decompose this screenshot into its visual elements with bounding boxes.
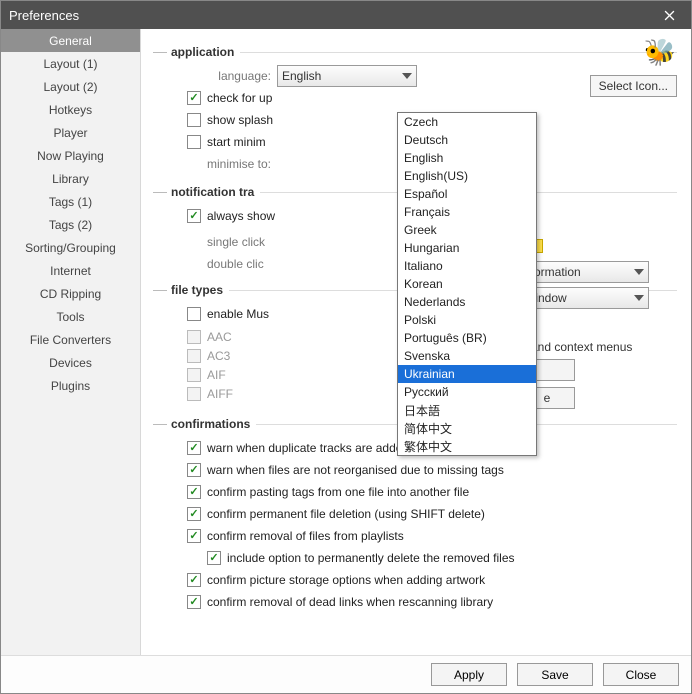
sidebar-item-layout-2-[interactable]: Layout (2)	[1, 75, 140, 98]
language-option[interactable]: Português (BR)	[398, 329, 536, 347]
chevron-down-icon	[634, 295, 644, 301]
language-option[interactable]: 繁体中文	[398, 437, 536, 455]
sidebar-item-internet[interactable]: Internet	[1, 259, 140, 282]
file-type-checkbox[interactable]	[187, 330, 201, 344]
enable-assoc-checkbox[interactable]	[187, 307, 201, 321]
single-click-select[interactable]: nformation	[519, 261, 649, 283]
app-icon: 🐝	[643, 35, 677, 69]
footer: Apply Save Close	[1, 655, 691, 693]
start-min-checkbox[interactable]	[187, 135, 201, 149]
language-label: language:	[187, 69, 271, 83]
double-click-select[interactable]: Window	[519, 287, 649, 309]
language-option[interactable]: Español	[398, 185, 536, 203]
select-icon-button[interactable]: Select Icon...	[590, 75, 677, 97]
language-option[interactable]: English(US)	[398, 167, 536, 185]
language-option[interactable]: Greek	[398, 221, 536, 239]
check-updates-checkbox[interactable]	[187, 91, 201, 105]
sidebar-item-general[interactable]: General	[1, 29, 140, 52]
language-option[interactable]: Italiano	[398, 257, 536, 275]
body: GeneralLayout (1)Layout (2)HotkeysPlayer…	[1, 29, 691, 655]
language-option[interactable]: 日本語	[398, 401, 536, 419]
sidebar-item-sorting-grouping[interactable]: Sorting/Grouping	[1, 236, 140, 259]
window-close-button[interactable]	[647, 1, 691, 29]
language-option[interactable]: Korean	[398, 275, 536, 293]
file-type-checkbox[interactable]	[187, 387, 201, 401]
chevron-down-icon	[402, 73, 412, 79]
language-option[interactable]: Français	[398, 203, 536, 221]
apply-button[interactable]: Apply	[431, 663, 507, 686]
sidebar-item-tools[interactable]: Tools	[1, 305, 140, 328]
language-select[interactable]: English	[277, 65, 417, 87]
confirm-c1-checkbox[interactable]	[187, 441, 201, 455]
sidebar-item-layout-1-[interactable]: Layout (1)	[1, 52, 140, 75]
language-option[interactable]: Ukrainian	[398, 365, 536, 383]
sidebar-item-now-playing[interactable]: Now Playing	[1, 144, 140, 167]
confirm-c4-checkbox[interactable]	[187, 507, 201, 521]
confirm-c7-checkbox[interactable]	[187, 595, 201, 609]
close-button[interactable]: Close	[603, 663, 679, 686]
file-type-ac3[interactable]: AC3	[187, 346, 257, 365]
language-option[interactable]: English	[398, 149, 536, 167]
language-option[interactable]: Polski	[398, 311, 536, 329]
language-option[interactable]: 简体中文	[398, 419, 536, 437]
file-type-checkbox[interactable]	[187, 349, 201, 363]
sidebar-item-player[interactable]: Player	[1, 121, 140, 144]
file-type-aif[interactable]: AIF	[187, 365, 257, 384]
language-dropdown-list[interactable]: CzechDeutschEnglishEnglish(US)EspañolFra…	[397, 112, 537, 456]
confirm-c6-checkbox[interactable]	[187, 573, 201, 587]
sidebar-item-hotkeys[interactable]: Hotkeys	[1, 98, 140, 121]
language-option[interactable]: Русский	[398, 383, 536, 401]
chevron-down-icon	[634, 269, 644, 275]
confirm-c5a-checkbox[interactable]	[207, 551, 221, 565]
close-icon	[664, 10, 675, 21]
show-splash-checkbox[interactable]	[187, 113, 201, 127]
sidebar-item-cd-ripping[interactable]: CD Ripping	[1, 282, 140, 305]
language-option[interactable]: Czech	[398, 113, 536, 131]
language-option[interactable]: Svenska	[398, 347, 536, 365]
sidebar-item-devices[interactable]: Devices	[1, 351, 140, 374]
window-title: Preferences	[9, 8, 79, 23]
content-panel: 🐝 Select Icon... application language: E…	[141, 29, 691, 655]
language-option[interactable]: Hungarian	[398, 239, 536, 257]
sidebar-item-library[interactable]: Library	[1, 167, 140, 190]
file-type-checkbox[interactable]	[187, 368, 201, 382]
language-option[interactable]: Deutsch	[398, 131, 536, 149]
confirm-c3-checkbox[interactable]	[187, 485, 201, 499]
file-type-aac[interactable]: AAC	[187, 327, 257, 346]
sidebar-item-file-converters[interactable]: File Converters	[1, 328, 140, 351]
sidebar-item-tags-1-[interactable]: Tags (1)	[1, 190, 140, 213]
sidebar: GeneralLayout (1)Layout (2)HotkeysPlayer…	[1, 29, 141, 655]
sidebar-item-plugins[interactable]: Plugins	[1, 374, 140, 397]
preferences-window: Preferences GeneralLayout (1)Layout (2)H…	[0, 0, 692, 694]
confirm-c5-checkbox[interactable]	[187, 529, 201, 543]
sidebar-item-tags-2-[interactable]: Tags (2)	[1, 213, 140, 236]
file-type-aiff[interactable]: AIFF	[187, 384, 257, 403]
titlebar: Preferences	[1, 1, 691, 29]
always-show-checkbox[interactable]	[187, 209, 201, 223]
save-button[interactable]: Save	[517, 663, 593, 686]
confirm-c2-checkbox[interactable]	[187, 463, 201, 477]
language-option[interactable]: Nederlands	[398, 293, 536, 311]
icon-section: 🐝 Select Icon...	[590, 35, 677, 97]
